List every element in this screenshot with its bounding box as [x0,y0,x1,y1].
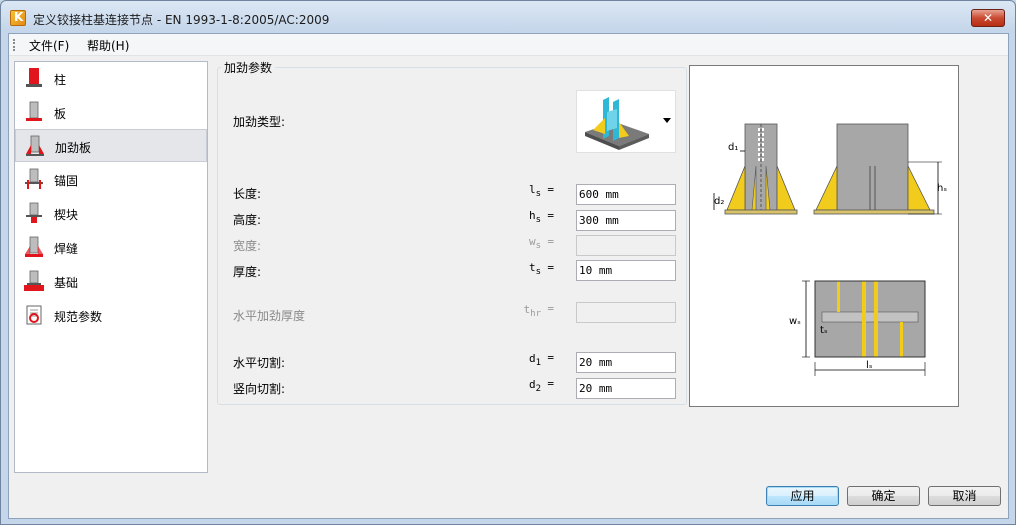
plate-icon [26,101,42,121]
menu-grip-icon [13,39,15,51]
nav-item-anchor[interactable]: 锚固 [15,163,207,196]
nav-item-label: 规范参数 [54,310,103,324]
d1-label: d₁ [728,142,738,153]
group-title: 加劲参数 [221,59,276,76]
d2-label: d₂ [714,196,724,207]
stiffener-type-preview-icon [585,97,649,150]
vert-cut-input[interactable]: 20 mm [576,378,676,399]
horiz-thickness-input [576,302,676,323]
equals-sign: = [547,183,554,196]
nav-item-shear-key[interactable]: 楔块 [15,197,207,230]
hs-label: hₛ [937,183,947,194]
width-input [576,235,676,256]
chevron-down-icon[interactable] [663,118,671,123]
height-label: 高度: [233,213,262,227]
menu-bar: 文件(F) 帮助(H) [9,34,1008,56]
nav-item-foundation[interactable]: 基础 [15,265,207,298]
shear-key-icon [26,202,42,223]
menu-file[interactable]: 文件(F) [23,37,75,54]
horiz-cut-input[interactable]: 20 mm [576,352,676,373]
thickness-input[interactable]: 10 mm [576,260,676,281]
code-params-icon [26,305,42,325]
ok-button[interactable]: 确定 [847,486,920,506]
menu-help[interactable]: 帮助(H) [81,37,135,54]
cancel-button[interactable]: 取消 [928,486,1001,506]
ls-label: lₛ [866,360,873,371]
nav-item-column[interactable]: 柱 [15,62,207,95]
nav-item-label: 锚固 [54,174,79,188]
nav-item-label: 楔块 [54,208,79,222]
nav-item-label: 基础 [54,276,79,290]
apply-button[interactable]: 应用 [766,486,839,506]
horiz-cut-label: 水平切割: [233,356,286,370]
nav-item-label: 加劲板 [55,141,92,155]
app-icon [10,10,26,26]
nav-item-label: 板 [54,107,67,121]
nav-item-stiffener[interactable]: 加劲板 [15,129,207,162]
equals-sign: = [547,377,554,390]
nav-item-label: 焊缝 [54,242,79,256]
equals-sign: = [547,209,554,222]
ws-label: wₛ [789,316,801,327]
dialog-window: 定义铰接柱基连接节点 - EN 1993-1-8:2005/AC:2009 ✕ … [0,0,1016,525]
vert-cut-label: 竖向切割: [233,382,286,396]
stiffener-type-select[interactable] [576,90,676,153]
length-input[interactable]: 600 mm [576,184,676,205]
stiffener-diagram: d₁ d₂ hₛ wₛ tₛ lₛ [713,123,947,376]
weld-icon [25,236,43,257]
horiz-thickness-label: 水平加劲厚度 [233,309,306,323]
anchor-icon [25,168,43,189]
section-nav-list: 柱 板 加劲板 锚固 楔块 焊缝 基础 规范参数 [14,61,208,473]
column-icon [26,68,42,87]
close-button[interactable]: ✕ [971,9,1005,27]
equals-sign: = [547,302,554,315]
title-bar[interactable]: 定义铰接柱基连接节点 - EN 1993-1-8:2005/AC:2009 ✕ [1,1,1015,33]
stiffener-preview-panel: d₁ d₂ hₛ wₛ tₛ lₛ [689,65,959,407]
nav-item-weld[interactable]: 焊缝 [15,231,207,264]
equals-sign: = [547,351,554,364]
thickness-label: 厚度: [233,265,262,279]
width-label: 宽度: [233,239,262,253]
nav-item-code-params[interactable]: 规范参数 [15,299,207,332]
height-input[interactable]: 300 mm [576,210,676,231]
dialog-client: 文件(F) 帮助(H) 柱 板 加劲板 锚固 楔块 焊缝 基础 规范参数 加劲参… [8,33,1009,519]
ts-label: tₛ [820,325,828,336]
window-title: 定义铰接柱基连接节点 - EN 1993-1-8:2005/AC:2009 [33,13,330,27]
nav-item-label: 柱 [54,73,67,87]
stiffener-type-label: 加劲类型: [233,115,286,129]
equals-sign: = [547,235,554,248]
length-label: 长度: [233,187,262,201]
nav-item-plate[interactable]: 板 [15,96,207,129]
equals-sign: = [547,261,554,274]
foundation-icon [24,270,44,291]
stiffener-icon [26,135,44,156]
